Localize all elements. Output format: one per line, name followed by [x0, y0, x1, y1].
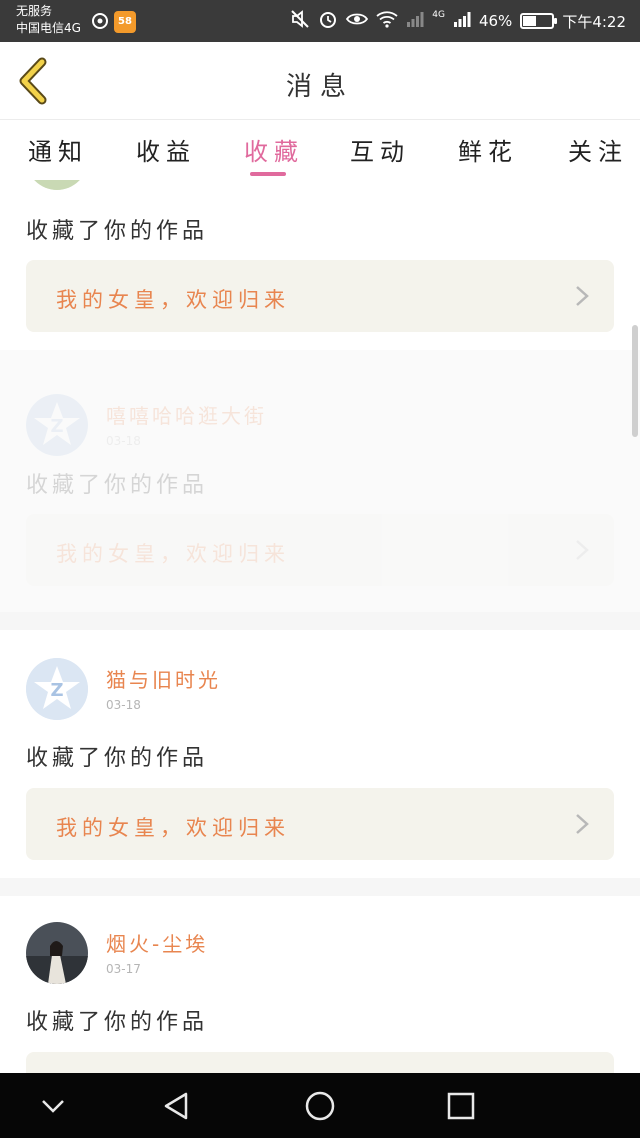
app-notification-icon: 58 [114, 11, 136, 33]
active-tab-indicator [250, 172, 286, 176]
chevron-down-icon [42, 1100, 64, 1113]
eye-comfort-icon [346, 9, 369, 33]
top-bar: 消息 [0, 42, 640, 120]
chevron-right-icon [576, 286, 589, 306]
status-indicators: 4G 46% 下午4:22 [290, 10, 626, 32]
default-avatar-icon: Z [26, 394, 88, 456]
username[interactable]: 烟火-尘埃 [106, 928, 208, 957]
message-action: 收藏了你的作品 [26, 746, 209, 771]
svg-text:Z: Z [50, 416, 63, 437]
clock: 下午4:22 [562, 12, 626, 31]
username[interactable]: 嘻嘻哈哈逛大街 [106, 400, 267, 429]
mute-icon [290, 9, 310, 33]
tab-flowers[interactable]: 鲜花 [458, 132, 518, 167]
home-nav-button[interactable] [303, 1089, 337, 1123]
circle-home-icon [305, 1091, 335, 1121]
message-card-faded: Z 嘻嘻哈哈逛大街 03-18 收藏了你的作品 我的女皇，欢迎归来 [0, 350, 640, 630]
battery-level [523, 16, 537, 26]
message-action: 收藏了你的作品 [26, 473, 209, 498]
message-action: 收藏了你的作品 [26, 1010, 209, 1035]
signal-icon [453, 10, 471, 32]
avatar[interactable]: Z [26, 658, 88, 720]
avatar[interactable]: Z [26, 394, 88, 456]
tab-bar: 通知 收益 收藏 互动 鲜花 关注 [0, 120, 640, 180]
status-bar: 无服务 中国电信4G 58 4G 46% 下午4:22 [0, 0, 640, 42]
message-list[interactable]: 收藏了你的作品 我的女皇，欢迎归来 Z 嘻嘻哈哈逛大街 03-18 收藏了你的作… [0, 180, 640, 1073]
message-card: Z 猫与旧时光 03-18 收藏了你的作品 我的女皇，欢迎归来 [0, 630, 640, 878]
tab-earnings[interactable]: 收益 [136, 132, 196, 167]
tab-favorites[interactable]: 收藏 [244, 132, 304, 167]
chevron-right-icon [576, 814, 589, 834]
carrier-info: 无服务 中国电信4G [16, 3, 81, 37]
back-nav-button[interactable] [160, 1089, 194, 1123]
username[interactable]: 猫与旧时光 [106, 664, 221, 693]
alarm-icon [318, 9, 338, 33]
message-card: 收藏了你的作品 我的女皇，欢迎归来 [0, 180, 640, 350]
tab-following[interactable]: 关注 [568, 132, 628, 167]
default-avatar-icon: Z [26, 658, 88, 720]
carrier-line-2: 中国电信4G [16, 21, 81, 35]
work-title: 我的女皇，欢迎归来 [56, 288, 290, 312]
network-type: 4G [432, 10, 445, 20]
message-date: 03-18 [106, 698, 141, 712]
weibo-notification-icon [90, 10, 110, 36]
page-title: 消息 [285, 72, 354, 102]
carrier-line-1: 无服务 [16, 4, 53, 18]
work-link[interactable]: 我的女皇，欢迎归来 [26, 788, 614, 860]
recent-apps-button[interactable] [444, 1089, 478, 1123]
user-photo [26, 922, 88, 984]
work-link[interactable] [26, 1052, 614, 1073]
avatar[interactable] [26, 922, 88, 984]
work-link[interactable]: 我的女皇，欢迎归来 [26, 260, 614, 332]
chevron-right-icon [576, 540, 589, 560]
avatar[interactable] [26, 180, 88, 190]
battery-percent: 46% [478, 12, 513, 30]
tab-interactions[interactable]: 互动 [350, 132, 410, 167]
work-link[interactable]: 我的女皇，欢迎归来 [26, 514, 614, 586]
system-nav-bar [0, 1073, 640, 1138]
square-recent-icon [447, 1092, 475, 1120]
triangle-back-icon [164, 1092, 188, 1120]
message-action: 收藏了你的作品 [26, 219, 209, 244]
scrollbar[interactable] [632, 325, 638, 437]
tab-notifications[interactable]: 通知 [28, 132, 88, 167]
divider [0, 612, 640, 630]
message-date: 03-18 [106, 434, 141, 448]
message-card: 烟火-尘埃 03-17 收藏了你的作品 [0, 896, 640, 1073]
faded-content: Z 嘻嘻哈哈逛大街 03-18 收藏了你的作品 我的女皇，欢迎归来 [0, 350, 640, 630]
signal-empty-icon [406, 10, 424, 32]
svg-text:Z: Z [50, 680, 63, 701]
hide-nav-button[interactable] [36, 1089, 70, 1123]
work-title: 我的女皇，欢迎归来 [56, 542, 290, 566]
work-title: 我的女皇，欢迎归来 [56, 816, 290, 840]
divider [0, 878, 640, 896]
wifi-icon [376, 10, 398, 32]
battery-icon [520, 13, 558, 29]
message-date: 03-17 [106, 962, 141, 976]
